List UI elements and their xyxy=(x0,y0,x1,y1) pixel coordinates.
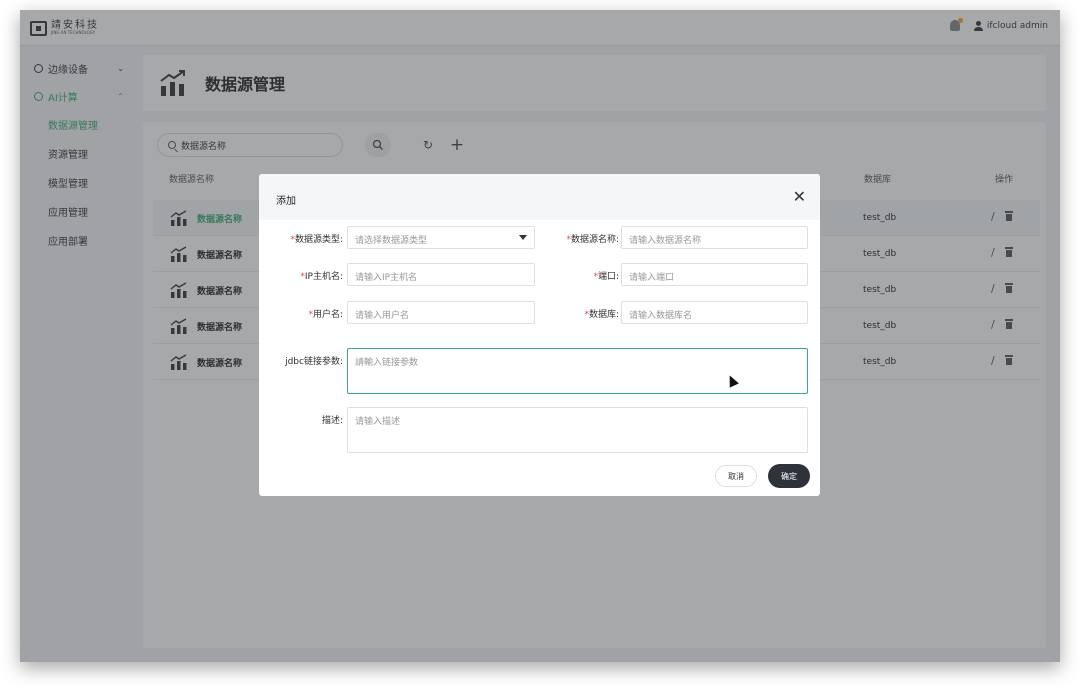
datasource-type-select[interactable]: 请选择数据源类型 xyxy=(347,226,535,249)
description-input[interactable]: 请输入描述 xyxy=(347,407,808,453)
caret-down-icon xyxy=(519,235,527,240)
jdbc-params-input[interactable]: 請輸入链接参数 xyxy=(347,348,808,394)
field-label-type: *数据源类型: xyxy=(290,235,343,245)
close-icon[interactable]: ✕ xyxy=(793,187,806,206)
port-input[interactable]: 请输入端口 xyxy=(621,263,808,286)
dialog-header: 添加 ✕ xyxy=(259,174,820,220)
database-input[interactable]: 请输入数据库名 xyxy=(621,301,808,324)
add-datasource-dialog: 添加 ✕ *数据源类型: 请选择数据源类型 *数据源名称: 请输入数据源名称 *… xyxy=(259,174,820,496)
dialog-title: 添加 xyxy=(276,196,296,207)
field-label-desc: 描述: xyxy=(321,416,343,426)
field-label-host: *IP主机名: xyxy=(300,272,343,282)
field-label-name: *数据源名称: xyxy=(566,235,619,245)
host-input[interactable]: 请输入IP主机名 xyxy=(347,263,535,286)
cancel-button[interactable]: 取消 xyxy=(715,465,757,487)
field-label-user: *用户名: xyxy=(308,310,343,320)
app-window: 靖安科技 JING AN TECHNOLOGY ifcloud admin 边缘… xyxy=(20,10,1060,662)
confirm-button[interactable]: 确定 xyxy=(768,464,810,488)
field-label-database: *数据库: xyxy=(584,310,619,320)
field-label-jdbc: jdbc链接参数: xyxy=(285,357,343,367)
datasource-name-input[interactable]: 请输入数据源名称 xyxy=(621,226,808,249)
field-label-port: *端口: xyxy=(593,272,619,282)
username-input[interactable]: 请输入用户名 xyxy=(347,301,535,324)
